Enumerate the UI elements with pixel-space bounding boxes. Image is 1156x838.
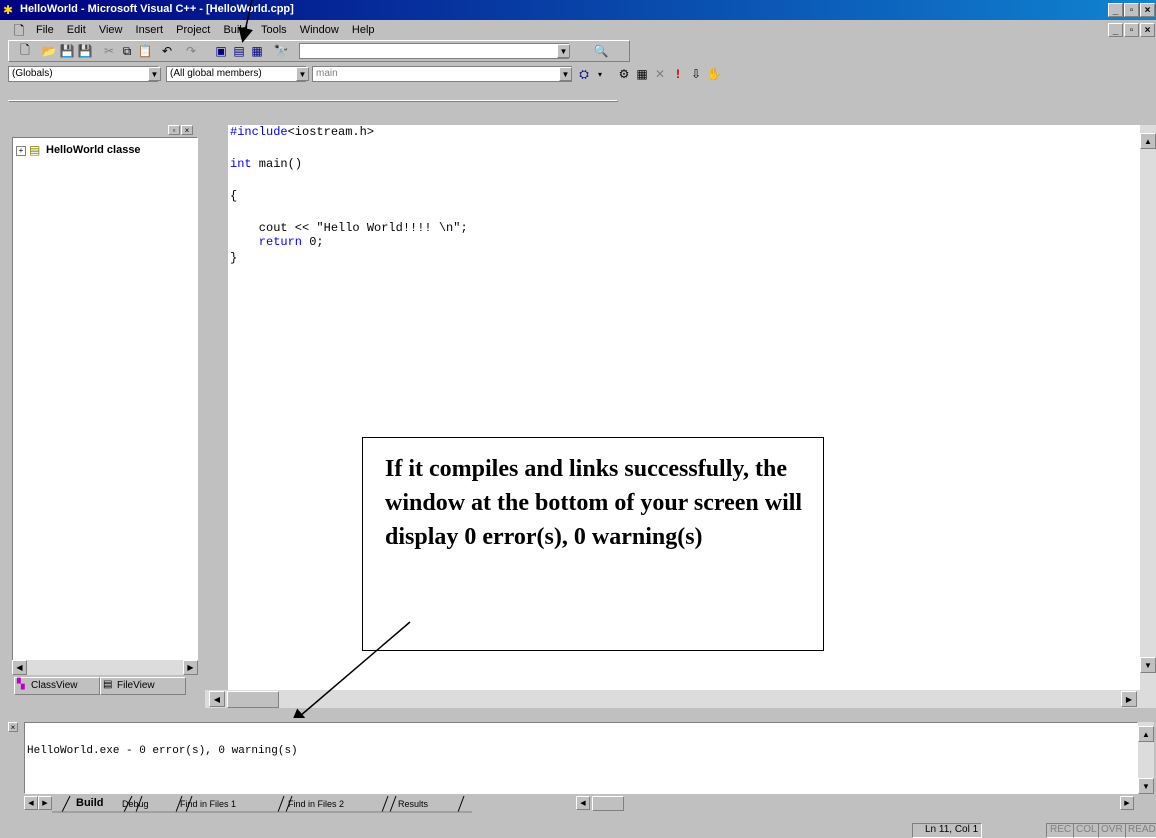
arrow-to-build-menu: [238, 0, 253, 43]
output-scroll-down-button[interactable]: ▼: [1138, 778, 1154, 794]
status-read: READ: [1125, 823, 1156, 838]
output-hscroll-thumb[interactable]: [592, 796, 624, 811]
status-bar: Ln 11, Col 1 REC COL OVR READ: [0, 822, 1156, 838]
tab-outlines: [52, 795, 472, 813]
status-col: COL: [1073, 823, 1099, 838]
output-hscroll-left-button[interactable]: ◀: [576, 796, 590, 810]
cursor-position: Ln 11, Col 1: [925, 824, 979, 835]
ovr-indicator: OVR: [1101, 824, 1123, 835]
tab-scroll-right-button[interactable]: ▶: [38, 796, 52, 810]
status-position: Ln 11, Col 1: [912, 823, 982, 838]
read-indicator: READ: [1128, 824, 1156, 835]
tab-scroll-left-button[interactable]: ◀: [24, 796, 38, 810]
annotation-arrows: [238, 0, 411, 724]
arrow-to-output: [290, 621, 411, 724]
output-close-button[interactable]: ×: [8, 722, 18, 732]
output-hscroll-right-button[interactable]: ▶: [1120, 796, 1134, 810]
output-tabs: ◀ ▶ Build Debug Find in Files 1 Find in …: [24, 794, 1156, 814]
status-rec: REC: [1046, 823, 1074, 838]
output-scroll-up-button[interactable]: ▲: [1138, 726, 1154, 742]
output-result-line: HelloWorld.exe - 0 error(s), 0 warning(s…: [27, 745, 298, 757]
col-indicator: COL: [1076, 824, 1097, 835]
output-pane: × HelloWorld.exe - 0 error(s), 0 warning…: [0, 718, 1156, 820]
status-ovr: OVR: [1098, 823, 1126, 838]
output-vscroll[interactable]: ▲ ▼: [1138, 722, 1154, 794]
output-text-area[interactable]: HelloWorld.exe - 0 error(s), 0 warning(s…: [24, 722, 1138, 794]
rec-indicator: REC: [1050, 824, 1072, 835]
